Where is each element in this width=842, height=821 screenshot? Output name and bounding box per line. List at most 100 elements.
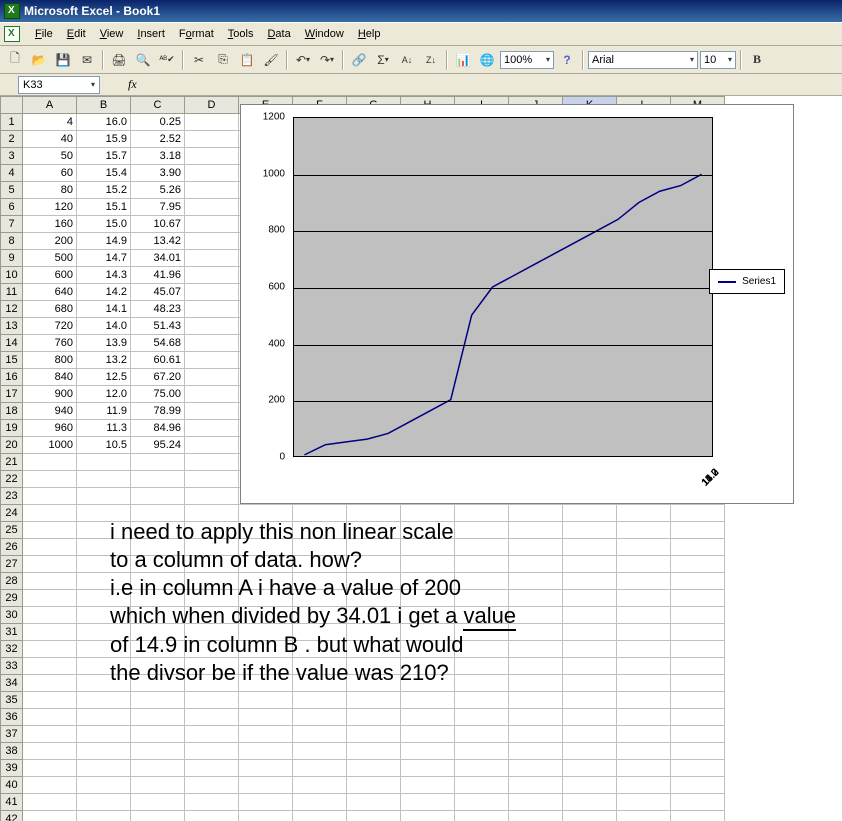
cell-M25[interactable] — [671, 522, 725, 539]
row-header-31[interactable]: 31 — [1, 624, 23, 641]
row-header-4[interactable]: 4 — [1, 165, 23, 182]
cell-M30[interactable] — [671, 607, 725, 624]
row-header-9[interactable]: 9 — [1, 250, 23, 267]
col-header-C[interactable]: C — [131, 97, 185, 114]
cell-C16[interactable]: 67.20 — [131, 369, 185, 386]
cell-D21[interactable] — [185, 454, 239, 471]
cell-D4[interactable] — [185, 165, 239, 182]
cell-D8[interactable] — [185, 233, 239, 250]
cell-C9[interactable]: 34.01 — [131, 250, 185, 267]
row-header-30[interactable]: 30 — [1, 607, 23, 624]
cell-G38[interactable] — [347, 743, 401, 760]
embedded-chart[interactable]: 020040060080010001200 16.015.715.215.014… — [240, 104, 794, 504]
cell-A19[interactable]: 960 — [23, 420, 77, 437]
cell-K35[interactable] — [563, 692, 617, 709]
menu-insert[interactable]: Insert — [130, 26, 172, 42]
cell-M35[interactable] — [671, 692, 725, 709]
cell-K38[interactable] — [563, 743, 617, 760]
cell-J41[interactable] — [509, 794, 563, 811]
cell-D15[interactable] — [185, 352, 239, 369]
row-header-20[interactable]: 20 — [1, 437, 23, 454]
cell-G35[interactable] — [347, 692, 401, 709]
cell-C7[interactable]: 10.67 — [131, 216, 185, 233]
cell-B20[interactable]: 10.5 — [77, 437, 131, 454]
open-button[interactable]: 📂 — [28, 49, 50, 71]
cell-M32[interactable] — [671, 641, 725, 658]
row-header-25[interactable]: 25 — [1, 522, 23, 539]
cell-B6[interactable]: 15.1 — [77, 199, 131, 216]
font-select[interactable]: Arial▾ — [588, 51, 698, 69]
cell-A34[interactable] — [23, 675, 77, 692]
bold-button[interactable]: B — [746, 49, 768, 71]
row-header-6[interactable]: 6 — [1, 199, 23, 216]
row-header-8[interactable]: 8 — [1, 233, 23, 250]
cell-B42[interactable] — [77, 811, 131, 821]
cell-I39[interactable] — [455, 760, 509, 777]
cell-E42[interactable] — [239, 811, 293, 821]
cell-A40[interactable] — [23, 777, 77, 794]
cell-A38[interactable] — [23, 743, 77, 760]
row-header-41[interactable]: 41 — [1, 794, 23, 811]
cell-B15[interactable]: 13.2 — [77, 352, 131, 369]
cell-E38[interactable] — [239, 743, 293, 760]
cell-F36[interactable] — [293, 709, 347, 726]
cell-E35[interactable] — [239, 692, 293, 709]
cell-A18[interactable]: 940 — [23, 403, 77, 420]
cell-D12[interactable] — [185, 301, 239, 318]
worksheet-area[interactable]: ABCDEFGHIJKLM1416.00.2524015.92.5235015.… — [0, 96, 842, 821]
cell-H39[interactable] — [401, 760, 455, 777]
col-header-D[interactable]: D — [185, 97, 239, 114]
paste-button[interactable]: 📋 — [236, 49, 258, 71]
drawing-button[interactable]: 🌐 — [476, 49, 498, 71]
cell-I40[interactable] — [455, 777, 509, 794]
cell-C36[interactable] — [131, 709, 185, 726]
cell-A32[interactable] — [23, 641, 77, 658]
cell-A14[interactable]: 760 — [23, 335, 77, 352]
cell-D37[interactable] — [185, 726, 239, 743]
cell-C42[interactable] — [131, 811, 185, 821]
cell-C17[interactable]: 75.00 — [131, 386, 185, 403]
cell-K40[interactable] — [563, 777, 617, 794]
cell-E36[interactable] — [239, 709, 293, 726]
print-button[interactable]: 🖨 — [108, 49, 130, 71]
cell-A17[interactable]: 900 — [23, 386, 77, 403]
row-header-1[interactable]: 1 — [1, 114, 23, 131]
cell-M37[interactable] — [671, 726, 725, 743]
row-header-14[interactable]: 14 — [1, 335, 23, 352]
cell-E37[interactable] — [239, 726, 293, 743]
cell-C21[interactable] — [131, 454, 185, 471]
fx-label[interactable]: fx — [128, 77, 137, 92]
cell-D16[interactable] — [185, 369, 239, 386]
cell-J42[interactable] — [509, 811, 563, 821]
cell-D42[interactable] — [185, 811, 239, 821]
cell-J35[interactable] — [509, 692, 563, 709]
cell-H41[interactable] — [401, 794, 455, 811]
cell-D38[interactable] — [185, 743, 239, 760]
cell-M39[interactable] — [671, 760, 725, 777]
cell-A42[interactable] — [23, 811, 77, 821]
cell-C39[interactable] — [131, 760, 185, 777]
cell-G42[interactable] — [347, 811, 401, 821]
cell-D7[interactable] — [185, 216, 239, 233]
cell-A31[interactable] — [23, 624, 77, 641]
row-header-18[interactable]: 18 — [1, 403, 23, 420]
cell-L41[interactable] — [617, 794, 671, 811]
cell-H42[interactable] — [401, 811, 455, 821]
chart-button[interactable]: 📊 — [452, 49, 474, 71]
cell-L40[interactable] — [617, 777, 671, 794]
cell-M33[interactable] — [671, 658, 725, 675]
cell-D3[interactable] — [185, 148, 239, 165]
row-header-19[interactable]: 19 — [1, 420, 23, 437]
row-header-16[interactable]: 16 — [1, 369, 23, 386]
row-header-2[interactable]: 2 — [1, 131, 23, 148]
autosum-button[interactable]: Σ▾ — [372, 49, 394, 71]
name-box[interactable]: K33▾ — [18, 76, 100, 94]
cell-C41[interactable] — [131, 794, 185, 811]
cell-A11[interactable]: 640 — [23, 284, 77, 301]
cut-button[interactable]: ✂ — [188, 49, 210, 71]
cell-C3[interactable]: 3.18 — [131, 148, 185, 165]
row-header-17[interactable]: 17 — [1, 386, 23, 403]
cell-B9[interactable]: 14.7 — [77, 250, 131, 267]
format-painter-button[interactable]: 🖌 — [260, 49, 282, 71]
cell-L36[interactable] — [617, 709, 671, 726]
